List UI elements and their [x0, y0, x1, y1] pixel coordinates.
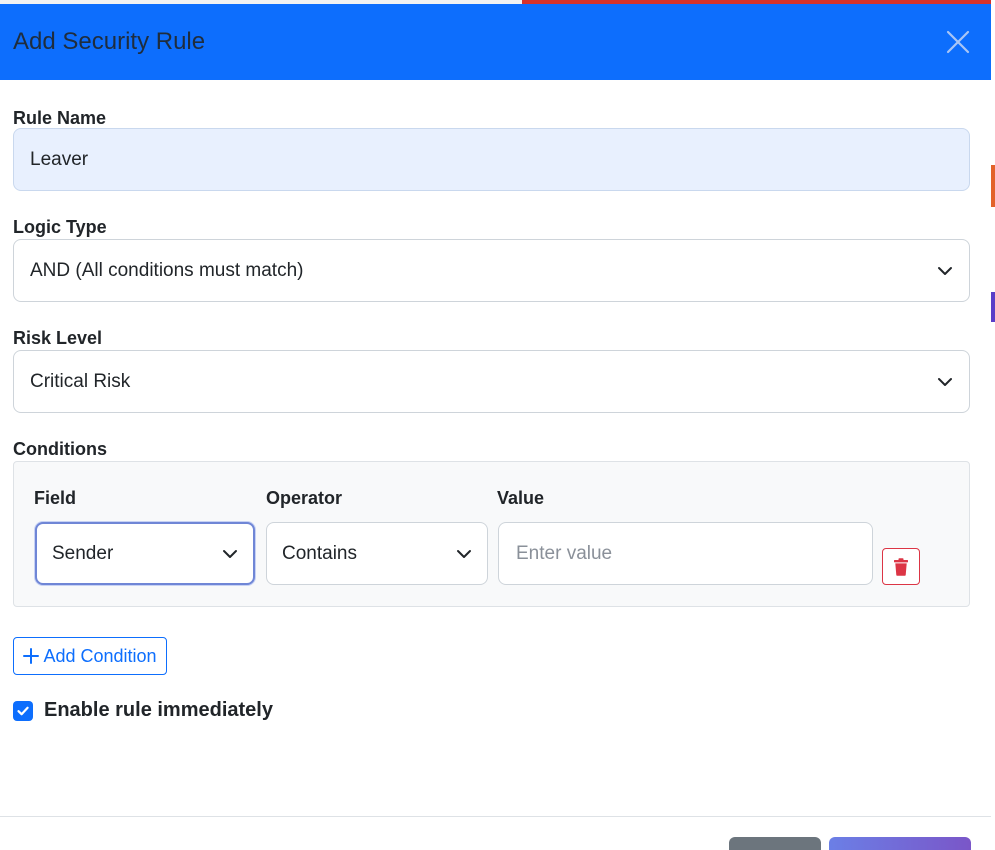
risk-level-select[interactable]: Critical Risk [13, 350, 970, 413]
condition-field-header: Field [34, 488, 77, 508]
modal-body: Rule Name Leaver Logic Type AND (All con… [0, 80, 991, 722]
delete-condition-button[interactable] [882, 548, 920, 585]
close-button[interactable] [943, 27, 973, 57]
condition-operator-header: Operator [266, 488, 343, 508]
background-app-edge [991, 0, 995, 850]
add-condition-button[interactable]: Add Condition [13, 637, 167, 675]
logic-type-label: Logic Type [13, 217, 107, 237]
risk-level-label: Risk Level [13, 328, 103, 348]
add-security-rule-modal: Add Security Rule Rule Name Leaver Logic… [0, 4, 991, 850]
chevron-down-icon [938, 377, 952, 386]
modal-footer [0, 816, 991, 850]
condition-value-header: Value [497, 488, 545, 508]
add-condition-label: Add Condition [43, 645, 157, 666]
condition-operator-select[interactable]: Contains [266, 522, 488, 585]
checkmark-icon [17, 706, 29, 715]
condition-value-input[interactable] [514, 541, 857, 566]
modal-title: Add Security Rule [13, 28, 206, 55]
save-rule-button[interactable] [829, 837, 971, 850]
conditions-label: Conditions [13, 439, 107, 459]
rule-name-value: Leaver [30, 148, 89, 170]
condition-operator-selected: Contains [282, 542, 357, 564]
enable-rule-row: Enable rule immediately [13, 699, 970, 722]
chevron-down-icon [457, 549, 471, 558]
plus-icon [23, 648, 40, 664]
logic-type-selected: AND (All conditions must match) [30, 259, 304, 281]
close-icon [946, 30, 970, 54]
rule-name-input[interactable]: Leaver [13, 128, 970, 191]
chevron-down-icon [223, 549, 237, 558]
condition-value-field[interactable] [498, 522, 873, 585]
rule-name-label: Rule Name [13, 108, 107, 128]
logic-type-select[interactable]: AND (All conditions must match) [13, 239, 970, 302]
conditions-panel: Field Operator Value Sender Contains [13, 461, 970, 607]
trash-icon [894, 557, 908, 576]
condition-field-selected: Sender [52, 542, 114, 564]
risk-level-selected: Critical Risk [30, 370, 131, 392]
cancel-button[interactable] [729, 837, 821, 850]
enable-rule-label[interactable]: Enable rule immediately [44, 699, 273, 722]
condition-field-select[interactable]: Sender [35, 522, 255, 585]
enable-rule-checkbox[interactable] [13, 700, 33, 721]
chevron-down-icon [938, 266, 952, 275]
modal-header: Add Security Rule [0, 4, 991, 80]
